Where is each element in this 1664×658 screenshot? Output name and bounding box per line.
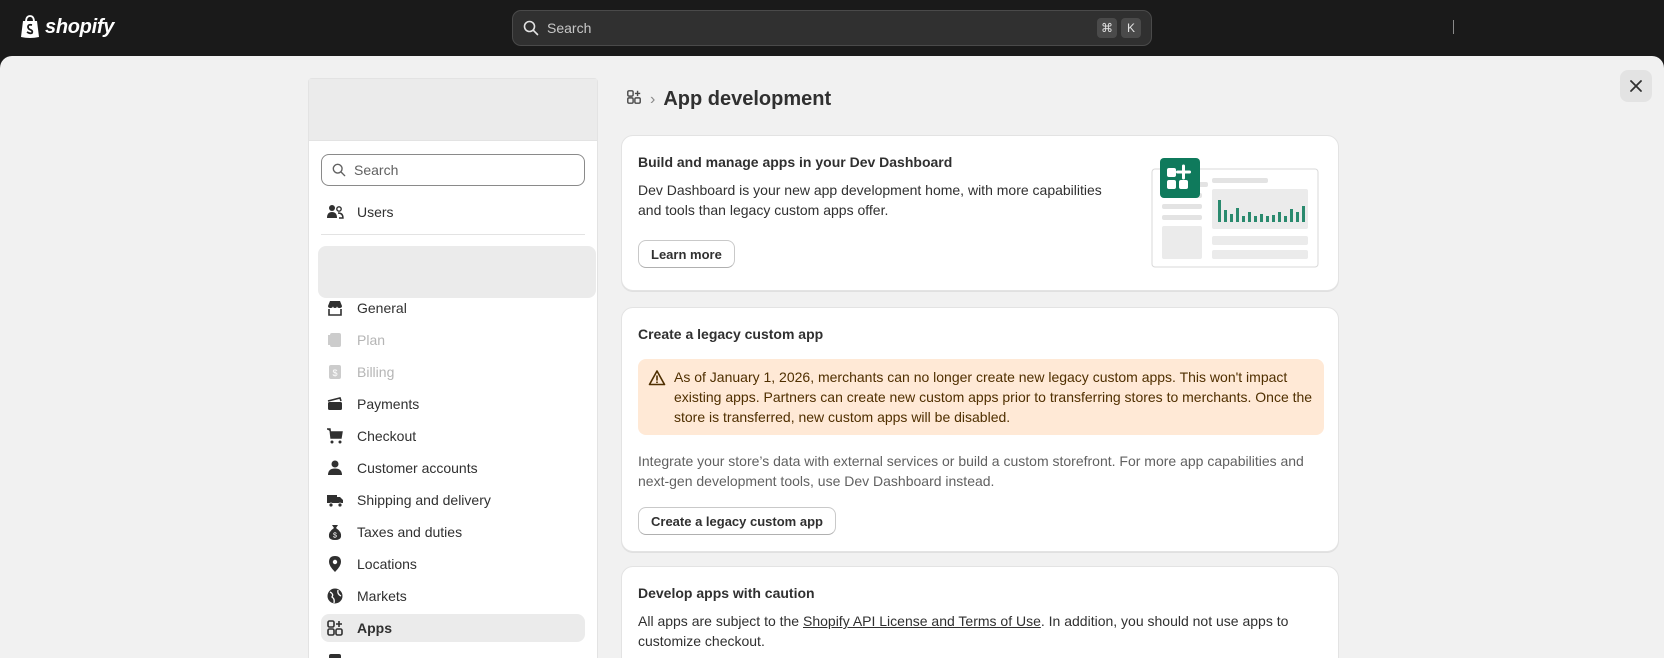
settings-modal: Search Users General Plan $ Billing Paym… [0,56,1664,658]
logo-text: shopify [45,15,115,38]
chevron-right-icon: › [650,90,656,108]
dev-dashboard-description: Dev Dashboard is your new app developmen… [638,182,1102,218]
caution-text-start: All apps are subject to the [638,613,803,629]
truck-icon [325,490,345,510]
payments-icon [325,394,345,414]
legacy-custom-app-card: Create a legacy custom app As of January… [621,307,1339,552]
sidebar-loading-skeleton [318,246,596,298]
sidebar-item-label: Plan [357,332,386,348]
warning-icon [648,370,666,386]
sidebar-item-taxes[interactable]: $ Taxes and duties [321,518,585,546]
deprecation-warning-banner: As of January 1, 2026, merchants can no … [638,359,1324,435]
search-icon [332,163,346,177]
shopify-logo[interactable]: shopify [19,15,114,39]
warning-banner-text: As of January 1, 2026, merchants can no … [674,369,1313,425]
caution-title: Develop apps with caution [638,585,815,601]
sidebar-item-customer-accounts[interactable]: Customer accounts [321,454,585,482]
sidebar-item-label: Payments [357,396,420,412]
sidebar-item-apps[interactable]: Apps [321,614,585,642]
sidebar-item-general[interactable]: General [321,294,585,322]
search-icon [523,20,539,36]
plan-icon [325,330,345,350]
close-settings-button[interactable] [1620,70,1652,102]
top-bar: shopify Search ⌘ K [0,0,1664,56]
dev-dashboard-card: Build and manage apps in your Dev Dashbo… [621,135,1339,291]
location-pin-icon [325,554,345,574]
sidebar-item-payments[interactable]: Payments [321,390,585,418]
users-icon [325,202,345,222]
sidebar-item-label: Checkout [357,428,417,444]
global-search-bar[interactable]: Search ⌘ K [512,10,1152,46]
shopping-bag-icon [21,15,39,38]
sidebar-item-label: Taxes and duties [357,524,463,540]
money-bag-icon: $ [325,522,345,542]
sidebar-item-checkout[interactable]: Checkout [321,422,585,450]
sidebar-item-shipping[interactable]: Shipping and delivery [321,486,585,514]
dev-dashboard-illustration [1150,158,1320,268]
settings-search-input[interactable]: Search [321,154,585,186]
global-search-placeholder: Search [547,20,592,36]
close-icon [1630,80,1642,92]
page-title: App development [663,88,832,110]
sidebar-item-partial[interactable] [321,646,585,658]
create-legacy-app-button[interactable]: Create a legacy custom app [638,507,836,535]
breadcrumb: › App development [626,88,831,111]
command-key-hint: ⌘ [1097,18,1117,38]
apps-breadcrumb-icon[interactable] [626,89,642,110]
sidebar-item-label: General [357,300,407,316]
globe-icon [325,586,345,606]
sidebar-item-label: Apps [357,620,392,636]
billing-icon: $ [325,362,345,382]
settings-search-placeholder: Search [354,162,399,178]
sidebar-item-label: Customer accounts [357,460,478,476]
partial-icon [325,650,345,658]
dev-dashboard-title: Build and manage apps in your Dev Dashbo… [638,154,953,170]
sidebar-item-label: Users [357,204,394,220]
sidebar-item-users[interactable]: Users [321,198,585,226]
api-license-link[interactable]: Shopify API License and Terms of Use [803,613,1041,629]
develop-caution-card: Develop apps with caution All apps are s… [621,566,1339,658]
topbar-divider [1453,20,1454,34]
k-key-hint: K [1121,18,1141,38]
svg-text:$: $ [332,368,337,378]
sidebar-item-markets[interactable]: Markets [321,582,585,610]
apps-icon [325,618,345,638]
sidebar-item-label: Markets [357,588,407,604]
legacy-app-title: Create a legacy custom app [638,326,824,342]
sidebar-item-label: Shipping and delivery [357,492,491,508]
caution-description: All apps are subject to the Shopify API … [638,611,1324,651]
settings-sidebar: Search Users General Plan $ Billing Paym… [308,78,598,658]
learn-more-button[interactable]: Learn more [638,240,735,268]
cart-icon [325,426,345,446]
legacy-app-description: Integrate your store’s data with externa… [638,453,1304,489]
sidebar-item-label: Billing [357,364,395,380]
sidebar-item-plan[interactable]: Plan [321,326,585,354]
store-icon [325,298,345,318]
sidebar-item-billing[interactable]: $ Billing [321,358,585,386]
svg-text:$: $ [333,533,337,540]
sidebar-item-locations[interactable]: Locations [321,550,585,578]
sidebar-divider [321,234,585,235]
sidebar-item-label: Locations [357,556,417,572]
store-header-skeleton [309,79,597,141]
person-icon [325,458,345,478]
